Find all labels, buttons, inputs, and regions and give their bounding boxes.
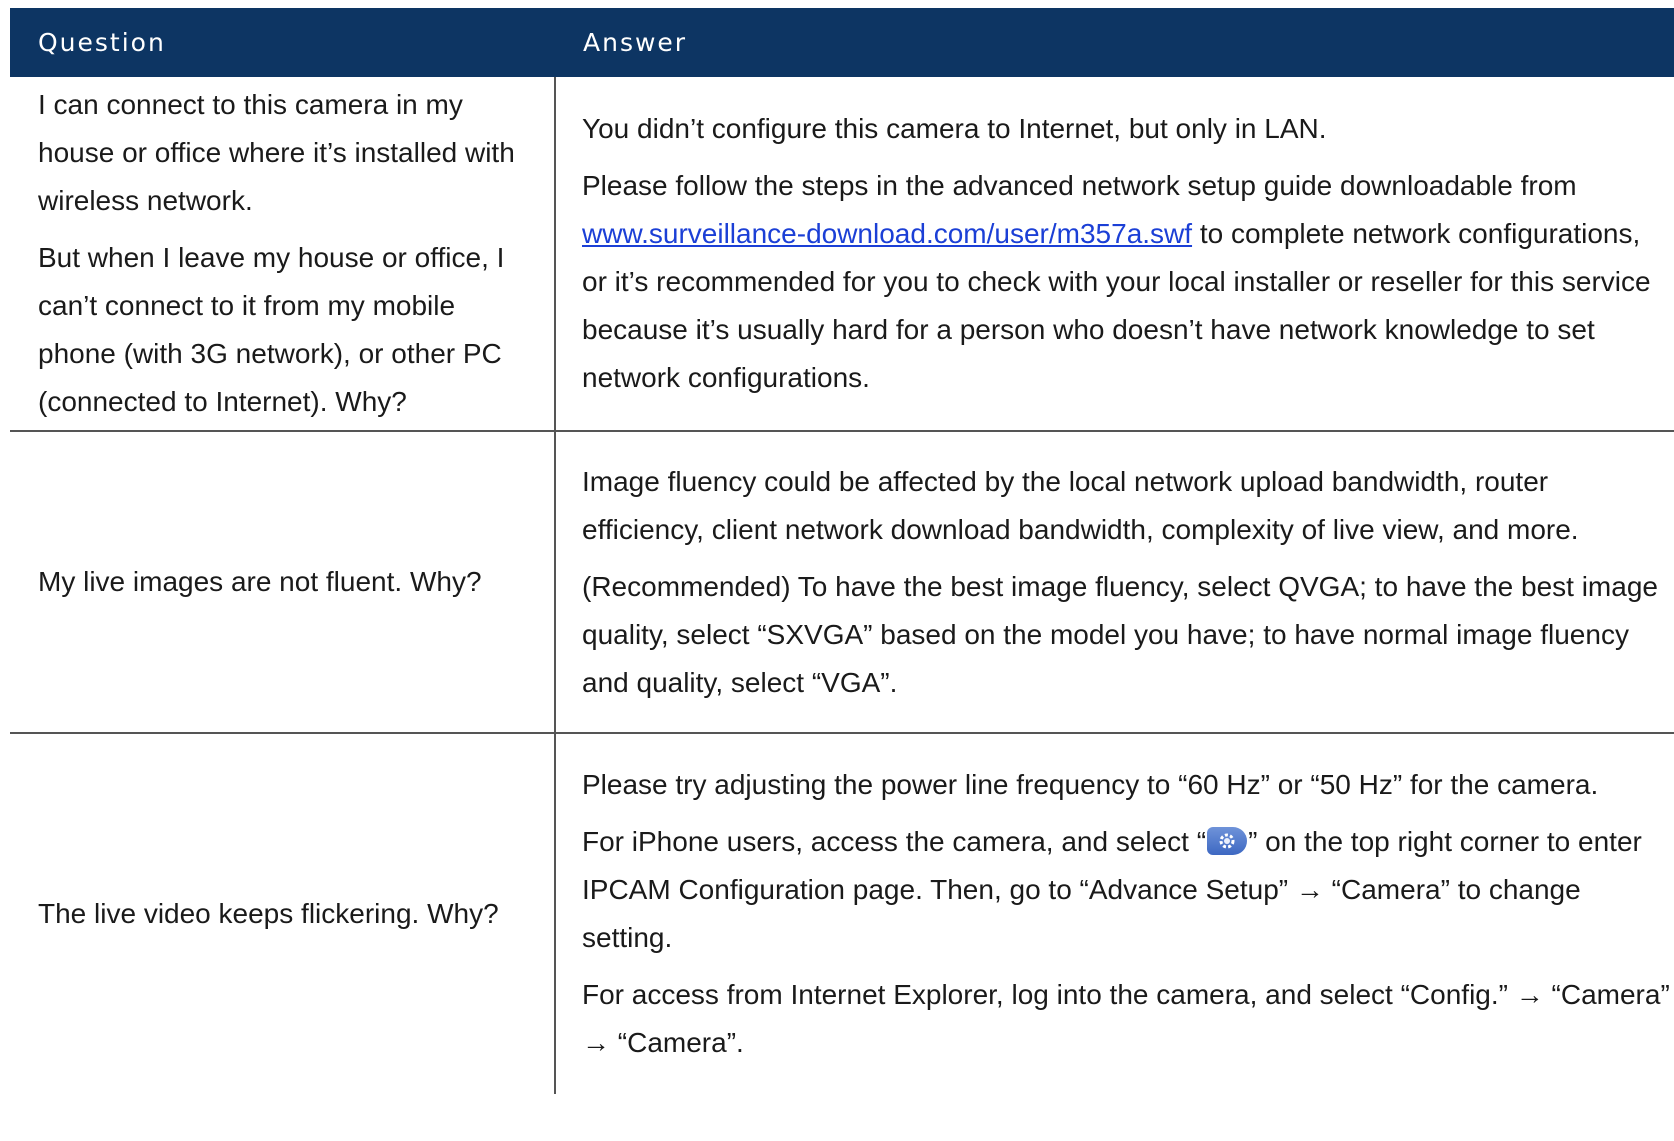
gear-icon (1207, 827, 1248, 855)
table-header-row: Question Answer (10, 8, 1674, 77)
question-text: But when I leave my house or office, I c… (38, 242, 505, 417)
answer-text: For access from Internet Explorer, log i… (582, 979, 1670, 1058)
question-cell: The live video keeps flickering. Why? (10, 733, 556, 1094)
question-column-header: Question (10, 8, 555, 77)
table-row: My live images are not fluent. Why? Imag… (10, 431, 1674, 734)
answer-text: For iPhone users, access the camera, and… (582, 826, 1207, 857)
download-guide-link[interactable]: www.surveillance-download.com/user/m357a… (582, 218, 1192, 249)
answer-text: Please follow the steps in the advanced … (582, 170, 1577, 201)
answer-cell: Image fluency could be affected by the l… (555, 431, 1674, 734)
answer-cell: You didn’t configure this camera to Inte… (555, 77, 1674, 432)
answer-text: Image fluency could be affected by the l… (582, 465, 1579, 545)
faq-table: Question Answer I can connect to this ca… (10, 8, 1674, 1094)
answer-cell: Please try adjusting the power line freq… (555, 733, 1674, 1094)
question-cell: I can connect to this camera in my house… (10, 77, 556, 432)
answer-text: You didn’t configure this camera to Inte… (582, 113, 1327, 144)
answer-text: Please try adjusting the power line freq… (582, 769, 1599, 800)
question-text: The live video keeps flickering. Why? (38, 898, 499, 929)
answer-text: (Recommended) To have the best image flu… (582, 570, 1658, 698)
answer-paragraph: For iPhone users, access the camera, and… (582, 818, 1670, 962)
question-text: I can connect to this camera in my house… (38, 89, 515, 216)
answer-paragraph: Please follow the steps in the advanced … (582, 162, 1670, 402)
table-row: The live video keeps flickering. Why? Pl… (10, 733, 1674, 1094)
question-cell: My live images are not fluent. Why? (10, 431, 556, 734)
question-text: My live images are not fluent. Why? (38, 566, 482, 597)
answer-column-header: Answer (555, 8, 1674, 77)
table-row: I can connect to this camera in my house… (10, 77, 1674, 432)
